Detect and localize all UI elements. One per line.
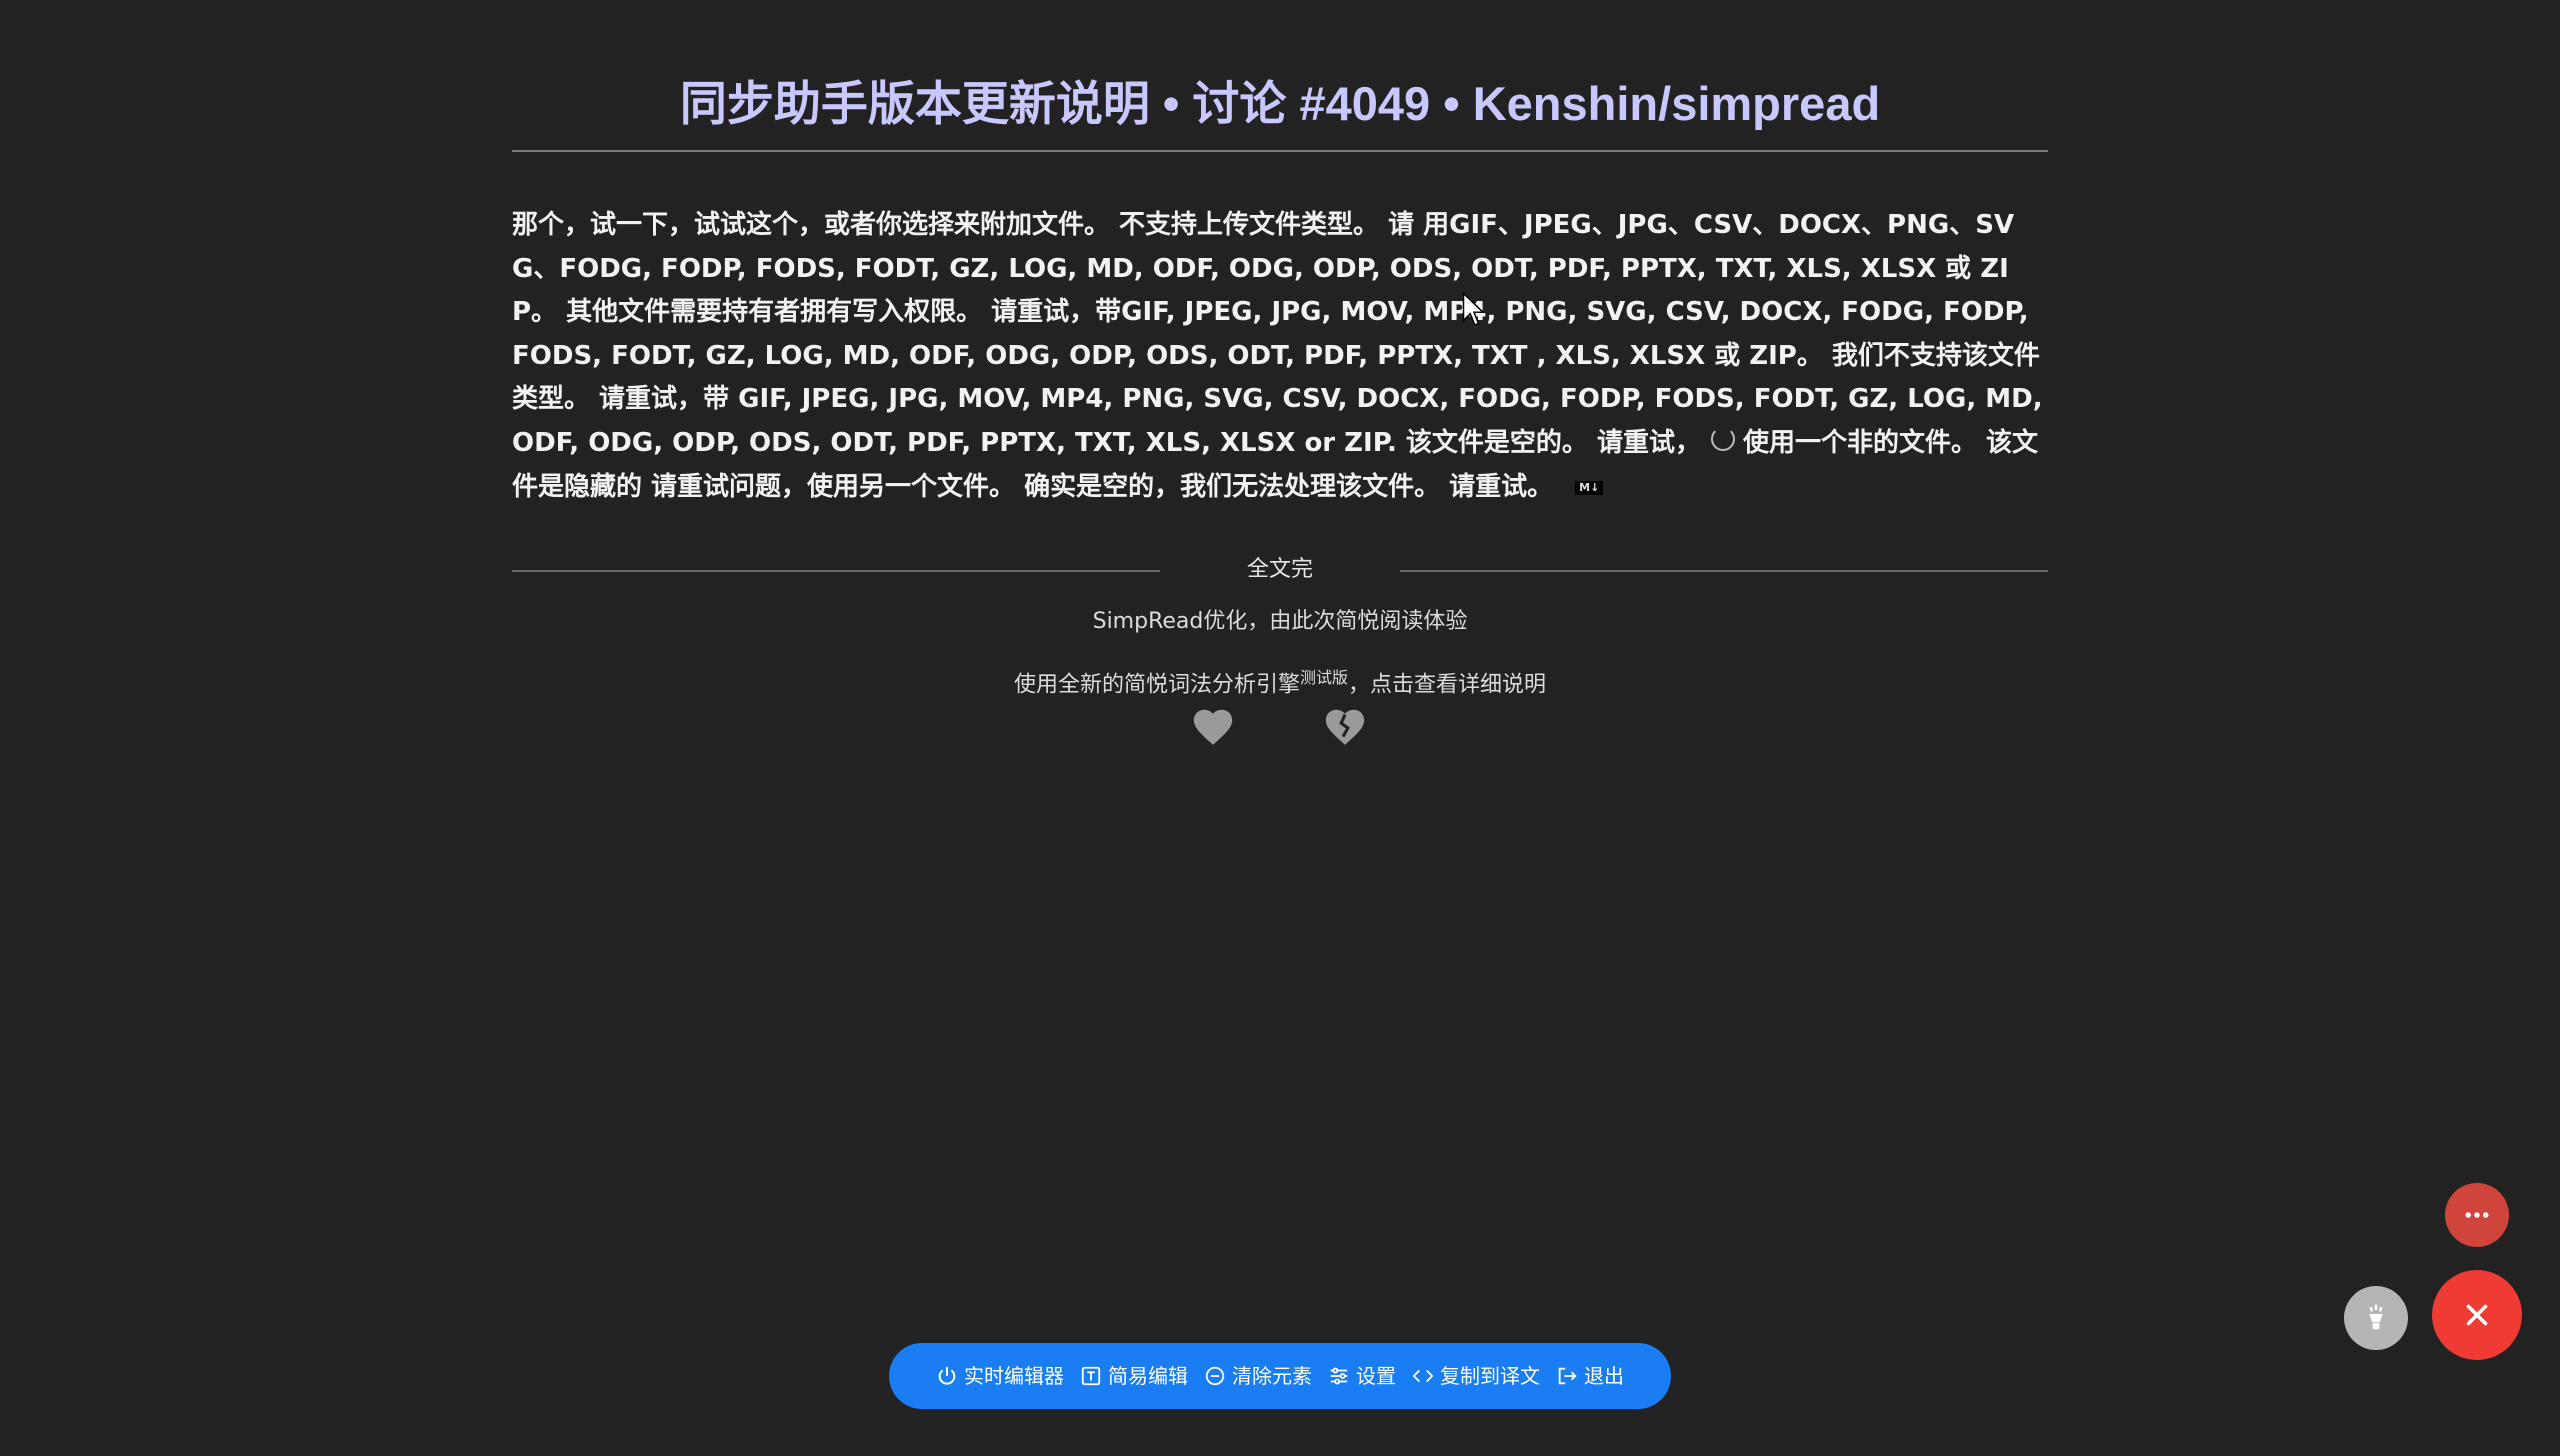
engine-beta-sup: 测试版 bbox=[1299, 668, 1348, 688]
lightbulb-icon bbox=[2369, 1304, 2383, 1330]
toolbar-exit[interactable]: 退出 bbox=[1556, 1364, 1624, 1388]
toolbar-item-label: 简易编辑 bbox=[1108, 1364, 1188, 1388]
simpread-toolbar: 实时编辑器 简易编辑 清除元素 设置 复制到译文 退出 bbox=[889, 1343, 1671, 1409]
toolbar-simple-edit[interactable]: 简易编辑 bbox=[1080, 1364, 1188, 1388]
engine-tail[interactable]: ，点击查看详细说明 bbox=[1348, 672, 1546, 697]
reader-container: 同步助手版本更新说明 • 讨论 #4049 • Kenshin/simpread… bbox=[512, 0, 2048, 700]
more-dots-icon bbox=[2465, 1212, 2489, 1218]
toolbar-copy-translation[interactable]: 复制到译文 bbox=[1412, 1364, 1540, 1388]
engine-text: 使用全新的简悦词法分析引擎 bbox=[1013, 672, 1300, 698]
sliders-icon bbox=[1330, 1367, 1348, 1385]
power-icon bbox=[938, 1366, 956, 1385]
toolbar-live-editor[interactable]: 实时编辑器 bbox=[936, 1364, 1064, 1388]
toolbar-clear-elements[interactable]: 清除元素 bbox=[1204, 1364, 1312, 1388]
minus-circle-icon bbox=[1205, 1366, 1225, 1386]
close-icon bbox=[2466, 1304, 2488, 1326]
text-edit-icon bbox=[1081, 1366, 1101, 1386]
broken-heart-icon[interactable] bbox=[1322, 704, 1368, 750]
like-heart-icon[interactable] bbox=[1190, 704, 1236, 750]
exit-icon bbox=[1558, 1367, 1577, 1385]
toolbar-item-label: 实时编辑器 bbox=[964, 1364, 1064, 1388]
markdown-badge: M↓ bbox=[1575, 480, 1604, 495]
focus-mode-button[interactable] bbox=[2344, 1286, 2408, 1350]
mouse-cursor-icon bbox=[1462, 292, 1485, 326]
divider-line-right bbox=[1400, 570, 2048, 573]
end-divider: 全文完 bbox=[512, 555, 2048, 585]
more-options-button[interactable] bbox=[2445, 1183, 2509, 1247]
article-text-part1: 那个，试一下，试试这个，或者你选择来附加文件。 不支持上传文件类型。 请 用GI… bbox=[512, 210, 2043, 458]
toolbar-item-label: 退出 bbox=[1584, 1364, 1624, 1388]
toolbar-item-label: 清除元素 bbox=[1232, 1364, 1312, 1388]
toolbar-item-label: 复制到译文 bbox=[1440, 1364, 1540, 1388]
feedback-buttons bbox=[1190, 704, 1370, 754]
article-body: 那个，试一下，试试这个，或者你选择来附加文件。 不支持上传文件类型。 请 用GI… bbox=[512, 204, 2048, 509]
toolbar-item-label: 设置 bbox=[1356, 1364, 1396, 1388]
code-icon bbox=[1412, 1369, 1434, 1383]
engine-notice[interactable]: 使用全新的简悦词法分析引擎测试版，点击查看详细说明 bbox=[512, 663, 2048, 700]
close-reader-button[interactable] bbox=[2432, 1270, 2522, 1360]
page-title: 同步助手版本更新说明 • 讨论 #4049 • Kenshin/simpread bbox=[512, 72, 2048, 152]
loading-spinner-icon bbox=[1710, 426, 1735, 451]
toolbar-settings[interactable]: 设置 bbox=[1328, 1364, 1396, 1388]
simpread-credit[interactable]: SimpRead优化，由此次简悦阅读体验 bbox=[512, 607, 2048, 637]
